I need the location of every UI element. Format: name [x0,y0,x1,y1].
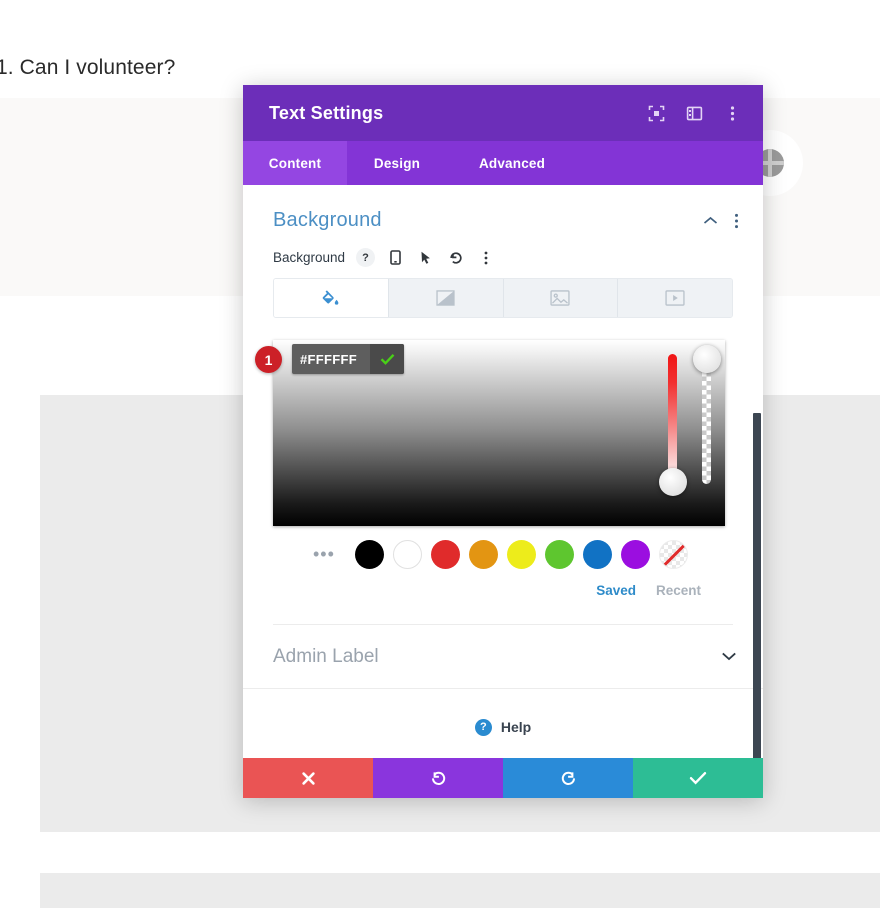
text-settings-modal: Text Settings Content Design Advanced Ba… [243,85,763,798]
tab-design[interactable]: Design [347,141,447,185]
help-link[interactable]: ? Help [243,689,763,758]
tab-content[interactable]: Content [243,141,347,185]
admin-label-text: Admin Label [273,645,379,667]
swatch-red[interactable] [431,540,460,569]
svg-text:?: ? [362,252,369,264]
swatch-blue[interactable] [583,540,612,569]
undo-button[interactable] [373,758,503,798]
help-icon[interactable]: ? [356,248,376,267]
kebab-menu-icon[interactable] [476,248,495,267]
chevron-down-icon[interactable] [721,648,737,666]
section-divider [273,624,733,625]
swatch-white[interactable] [393,540,422,569]
reset-icon[interactable] [446,248,465,267]
section-controls [703,213,739,229]
modal-header: Text Settings [243,85,763,141]
hex-confirm-button[interactable] [370,344,404,374]
page-content-block [40,873,880,908]
admin-label-row[interactable]: Admin Label [243,625,763,689]
background-section-header: Background [243,185,763,232]
swatch-black[interactable] [355,540,384,569]
alpha-slider[interactable] [702,354,711,484]
help-label: Help [500,719,532,735]
help-circle-icon: ? [474,718,492,736]
step-badge-1: 1 [255,346,282,373]
swatch-source-tabs: Saved Recent [273,583,701,598]
background-video-tab[interactable] [618,279,732,317]
color-swatches: ••• [313,540,703,569]
hex-input-group [292,344,404,374]
cancel-button[interactable] [243,758,373,798]
background-field-label: Background [273,250,346,265]
background-field-row: Background ? [243,232,763,267]
modal-tabs: Content Design Advanced [243,141,763,185]
background-type-tabs [273,278,733,318]
color-picker: 1 ••• [255,340,733,625]
more-colors-button[interactable]: ••• [313,544,337,565]
swatch-green[interactable] [545,540,574,569]
page-heading: 1. Can I volunteer? [0,56,176,79]
modal-body: Background Background ? 1 #FFFFFF ••• Sa… [243,185,763,758]
swatch-orange[interactable] [469,540,498,569]
kebab-menu-icon[interactable] [734,213,739,229]
saturation-value-area[interactable]: 1 [255,340,725,526]
layout-icon[interactable] [685,104,703,122]
tab-recent-colors[interactable]: Recent [656,583,701,598]
swatch-none[interactable] [659,540,688,569]
background-color-tab[interactable] [274,279,389,317]
focus-icon[interactable] [647,104,665,122]
chevron-up-icon[interactable] [703,216,718,226]
modal-header-actions [647,104,741,122]
redo-button[interactable] [503,758,633,798]
hue-slider-handle[interactable] [659,468,687,496]
kebab-menu-icon[interactable] [723,104,741,122]
tab-advanced[interactable]: Advanced [447,141,577,185]
device-mobile-icon[interactable] [386,248,405,267]
tab-saved-colors[interactable]: Saved [596,583,636,598]
section-title: Background [273,209,382,231]
background-image-tab[interactable] [503,279,619,317]
swatch-yellow[interactable] [507,540,536,569]
save-button[interactable] [633,758,763,798]
background-gradient-tab[interactable] [388,279,504,317]
swatch-purple[interactable] [621,540,650,569]
hue-slider[interactable] [668,354,677,484]
modal-scrollbar[interactable] [753,413,761,758]
alpha-slider-handle[interactable] [693,345,721,373]
modal-footer [243,758,763,798]
modal-title: Text Settings [269,102,384,123]
hex-color-input[interactable] [292,344,370,374]
cursor-pointer-icon[interactable] [416,248,435,267]
